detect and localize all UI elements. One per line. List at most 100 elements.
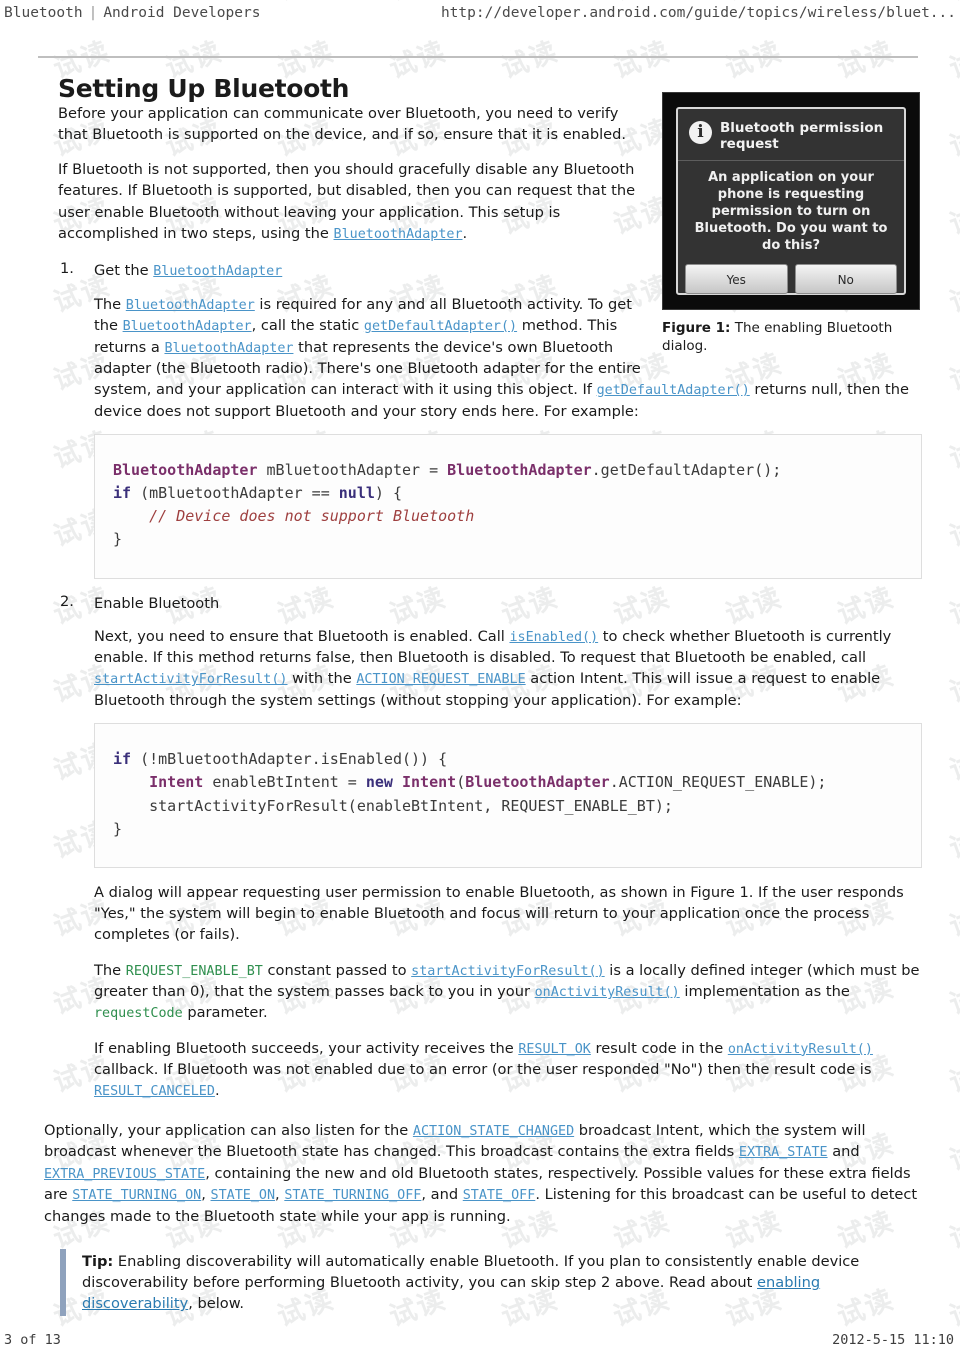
text-run: callback. If Bluetooth was not enabled d…: [94, 1061, 872, 1079]
code-token: // Device does not support Bluetooth: [149, 507, 475, 526]
print-header: Bluetooth | Android Developers http://deve…: [0, 0, 960, 26]
print-timestamp: 2012-5-15 11:10: [832, 1332, 954, 1348]
tip-label: Tip:: [82, 1252, 114, 1270]
print-header-title: Bluetooth: [4, 5, 83, 21]
api-link[interactable]: startActivityForResult(): [411, 964, 604, 979]
page-indicator: 3 of 13: [4, 1332, 61, 1348]
text-run: and: [827, 1143, 860, 1161]
print-header-separator: |: [88, 5, 98, 21]
text-run: Optionally, your application can also li…: [44, 1121, 413, 1139]
step-title-text: Enable Bluetooth: [94, 594, 220, 612]
optional-paragraph: Optionally, your application can also li…: [44, 1120, 922, 1227]
print-header-url: http://developer.android.com/guide/topic…: [440, 5, 956, 21]
api-link[interactable]: isEnabled(): [509, 630, 598, 645]
code-token: null: [338, 483, 375, 502]
code-token: BluetoothAdapter: [465, 773, 610, 792]
after-steps-block: A dialog will appear requesting user per…: [94, 882, 922, 1102]
api-link[interactable]: onActivityResult(): [728, 1042, 873, 1057]
text-run: The: [94, 295, 126, 313]
text-run: Enabling discoverability will automatica…: [82, 1252, 860, 1291]
text-run: .: [214, 1082, 220, 1100]
api-link[interactable]: STATE_TURNING_OFF: [284, 1188, 421, 1203]
code-token: .ACTION_REQUEST_ENABLE);: [609, 773, 827, 792]
api-link[interactable]: EXTRA_PREVIOUS_STATE: [44, 1167, 205, 1182]
tip-segments: Enabling discoverability will automatica…: [82, 1253, 859, 1312]
api-link[interactable]: getDefaultAdapter(): [597, 383, 750, 398]
api-link[interactable]: BluetoothAdapter: [164, 341, 293, 356]
dialog-header: i Bluetooth permission request: [678, 109, 904, 162]
text-run: ,: [201, 1186, 211, 1204]
api-link[interactable]: STATE_TURNING_ON: [72, 1188, 201, 1203]
text-run: A dialog will appear requesting user per…: [94, 884, 904, 944]
code-token: .getDefaultAdapter();: [591, 460, 782, 479]
code-token: BluetoothAdapter: [113, 460, 258, 479]
dialog-message: An application on your phone is requesti…: [694, 170, 888, 253]
api-link[interactable]: BluetoothAdapter: [123, 319, 252, 334]
setup-step: Enable Bluetooth Next, you need to ensure…: [60, 593, 922, 869]
setup-steps-list: Get the BluetoothAdapter The BluetoothAda…: [38, 260, 922, 869]
tip-text: Tip: Enabling discoverability will autom…: [82, 1251, 922, 1314]
api-link[interactable]: onActivityResult(): [535, 985, 680, 1000]
print-header-site: Android Developers: [103, 5, 261, 21]
page-canvas: i Bluetooth permission request An applic…: [0, 0, 960, 1357]
api-link[interactable]: STATE_OFF: [463, 1188, 536, 1203]
text-run: implementation as the: [679, 982, 850, 1000]
body-paragraph: The REQUEST_ENABLE_BT constant passed to…: [94, 960, 922, 1024]
code-token: startActivityForResult(enableBtIntent, R…: [113, 796, 673, 815]
text-run: result code in the: [590, 1039, 728, 1057]
api-link[interactable]: EXTRA_STATE: [739, 1145, 828, 1160]
code-token: }: [113, 819, 123, 838]
code-token: (: [456, 773, 466, 792]
setup-step: Get the BluetoothAdapter The BluetoothAda…: [60, 260, 922, 579]
code-block: if (!mBluetoothAdapter.isEnabled()) { In…: [94, 723, 922, 869]
api-link[interactable]: RESULT_CANCELED: [94, 1084, 215, 1099]
text-run: ,: [275, 1186, 285, 1204]
code-token: if: [113, 483, 132, 502]
code-block: BluetoothAdapter mBluetoothAdapter = Blu…: [94, 433, 922, 579]
text-run: constant passed to: [262, 961, 412, 979]
dialog-title: Bluetooth permission request: [720, 120, 884, 153]
inline-code: REQUEST_ENABLE_BT: [125, 963, 263, 979]
code-token: Intent: [149, 773, 204, 792]
page-content: i Bluetooth permission request An applic…: [38, 66, 922, 1317]
api-link[interactable]: startActivityForResult(): [94, 672, 287, 687]
code-token: BluetoothAdapter: [447, 460, 592, 479]
step-body-paragraph: Next, you need to ensure that Bluetooth …: [94, 626, 922, 711]
code-token: }: [113, 530, 123, 549]
text-run: with the: [287, 670, 357, 688]
api-link[interactable]: ACTION_STATE_CHANGED: [413, 1124, 574, 1139]
inline-code: requestCode: [94, 1006, 183, 1022]
step-title-link[interactable]: BluetoothAdapter: [153, 264, 282, 279]
api-link[interactable]: ACTION_REQUEST_ENABLE: [356, 672, 525, 687]
info-icon: i: [689, 121, 712, 144]
code-token: mBluetoothAdapter =: [257, 460, 448, 479]
body-paragraph: If enabling Bluetooth succeeds, your act…: [94, 1038, 922, 1102]
api-link[interactable]: BluetoothAdapter: [126, 298, 255, 313]
text-run: , and: [421, 1186, 463, 1204]
code-token: (!mBluetoothAdapter.isEnabled()) {: [131, 750, 448, 769]
text-run: If enabling Bluetooth succeeds, your act…: [94, 1039, 519, 1057]
text-run: , below.: [188, 1295, 244, 1313]
text-run: , call the static: [251, 317, 364, 335]
step-title-text: Get the: [94, 262, 154, 280]
code-token: enableBtIntent =: [203, 773, 366, 792]
text-run: parameter.: [182, 1004, 268, 1022]
code-token: (mBluetoothAdapter ==: [131, 483, 339, 502]
body-paragraph: A dialog will appear requesting user per…: [94, 882, 922, 945]
code-token: if: [113, 750, 132, 769]
bluetoothadapter-link[interactable]: BluetoothAdapter: [334, 227, 463, 242]
print-footer: 3 of 13 2012-5-15 11:10: [0, 1329, 960, 1351]
text-run: Next, you need to ensure that Bluetooth …: [94, 627, 510, 645]
header-divider: [38, 56, 918, 58]
print-header-left: Bluetooth | Android Developers: [0, 5, 260, 21]
intro-p2-text-b: .: [462, 224, 468, 242]
api-link[interactable]: getDefaultAdapter(): [364, 319, 517, 334]
step-title: Get the BluetoothAdapter: [94, 260, 922, 281]
api-link[interactable]: STATE_ON: [211, 1188, 276, 1203]
code-token: ) {: [374, 483, 402, 502]
api-link[interactable]: RESULT_OK: [518, 1042, 591, 1057]
optional-paragraph-block: Optionally, your application can also li…: [44, 1120, 922, 1227]
step-title: Enable Bluetooth: [94, 593, 922, 614]
